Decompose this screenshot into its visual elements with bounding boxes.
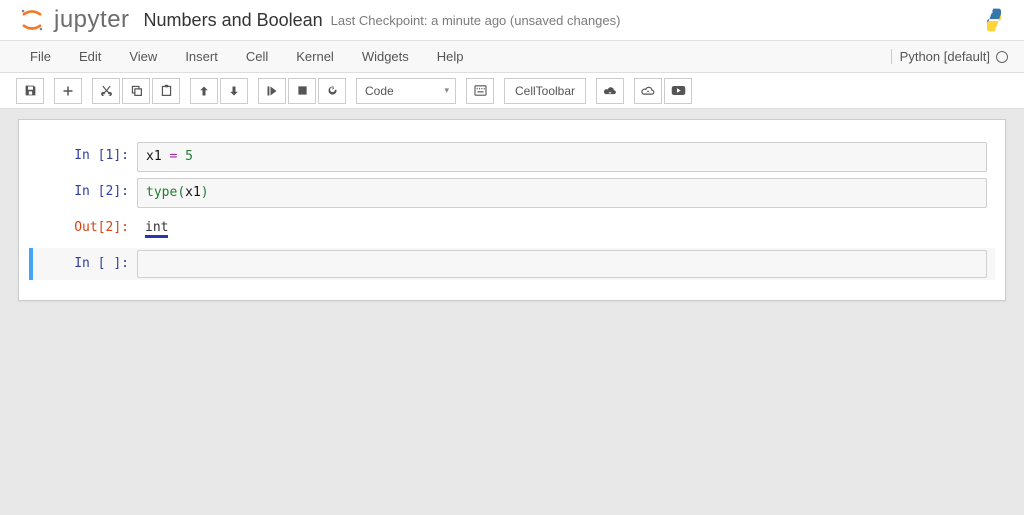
jupyter-icon — [16, 6, 48, 34]
code-input[interactable] — [137, 250, 987, 278]
menu-cell[interactable]: Cell — [232, 43, 282, 70]
cloud-download-icon — [603, 85, 617, 97]
toolbar: Code CellToolbar — [0, 73, 1024, 109]
arrow-down-icon — [228, 85, 240, 97]
out-prompt: Out[2]: — [37, 214, 137, 244]
cell-type-value: Code — [365, 84, 394, 98]
notebook-title[interactable]: Numbers and Boolean — [144, 10, 323, 31]
cell-type-select[interactable]: Code — [356, 78, 456, 104]
insert-cell-below-button[interactable] — [54, 78, 82, 104]
cell-toolbar-button[interactable]: CellToolbar — [504, 78, 586, 104]
command-palette-button[interactable] — [466, 78, 494, 104]
cell-body: x1 = 5 — [137, 142, 987, 172]
menu-view[interactable]: View — [115, 43, 171, 70]
code-input[interactable]: x1 = 5 — [137, 142, 987, 172]
cut-button[interactable] — [92, 78, 120, 104]
jupyter-logo-text: jupyter — [54, 6, 130, 34]
save-icon — [24, 84, 37, 97]
run-button[interactable] — [258, 78, 286, 104]
notebook-area: In [1]: x1 = 5 In [2]: type(x1) Out[2]: … — [18, 119, 1006, 301]
output-text: int — [137, 214, 987, 244]
cell-1[interactable]: In [1]: x1 = 5 — [29, 140, 995, 174]
plus-icon — [62, 85, 74, 97]
cell-body — [137, 250, 987, 278]
menu-widgets[interactable]: Widgets — [348, 43, 423, 70]
notebook-container: In [1]: x1 = 5 In [2]: type(x1) Out[2]: … — [0, 109, 1024, 311]
cell-body: int — [137, 214, 987, 244]
kernel-indicator-area: Python [default] — [891, 49, 1008, 64]
cell-2[interactable]: In [2]: type(x1) — [29, 176, 995, 210]
copy-icon — [130, 84, 143, 97]
menu-insert[interactable]: Insert — [171, 43, 232, 70]
youtube-icon — [671, 85, 686, 96]
menu-file[interactable]: File — [16, 43, 65, 70]
restart-icon — [326, 84, 339, 97]
menu-help[interactable]: Help — [423, 43, 478, 70]
cloud-upload-icon — [641, 85, 655, 97]
stop-icon — [297, 85, 308, 96]
in-prompt: In [1]: — [37, 142, 137, 172]
kernel-status-icon — [996, 51, 1008, 63]
menu-kernel[interactable]: Kernel — [282, 43, 348, 70]
cell-2-output: Out[2]: int — [29, 212, 995, 246]
run-icon — [266, 85, 278, 97]
copy-button[interactable] — [122, 78, 150, 104]
paste-button[interactable] — [152, 78, 180, 104]
cell-body: type(x1) — [137, 178, 987, 208]
cut-icon — [100, 84, 113, 97]
keyboard-icon — [474, 85, 487, 96]
arrow-up-icon — [198, 85, 210, 97]
move-down-button[interactable] — [220, 78, 248, 104]
cloud-download-button[interactable] — [596, 78, 624, 104]
menubar: File Edit View Insert Cell Kernel Widget… — [0, 41, 1024, 73]
checkpoint-info: Last Checkpoint: a minute ago (unsaved c… — [331, 13, 621, 28]
python-icon — [980, 6, 1008, 34]
save-button[interactable] — [16, 78, 44, 104]
interrupt-button[interactable] — [288, 78, 316, 104]
youtube-button[interactable] — [664, 78, 692, 104]
in-prompt: In [2]: — [37, 178, 137, 208]
menu-edit[interactable]: Edit — [65, 43, 115, 70]
move-up-button[interactable] — [190, 78, 218, 104]
notebook-header: jupyter Numbers and Boolean Last Checkpo… — [0, 0, 1024, 41]
kernel-name[interactable]: Python [default] — [900, 49, 990, 64]
in-prompt: In [ ]: — [37, 250, 137, 278]
code-input[interactable]: type(x1) — [137, 178, 987, 208]
paste-icon — [160, 84, 173, 97]
cell-3[interactable]: In [ ]: — [29, 248, 995, 280]
jupyter-logo[interactable]: jupyter — [16, 6, 130, 34]
cloud-upload-button[interactable] — [634, 78, 662, 104]
restart-button[interactable] — [318, 78, 346, 104]
